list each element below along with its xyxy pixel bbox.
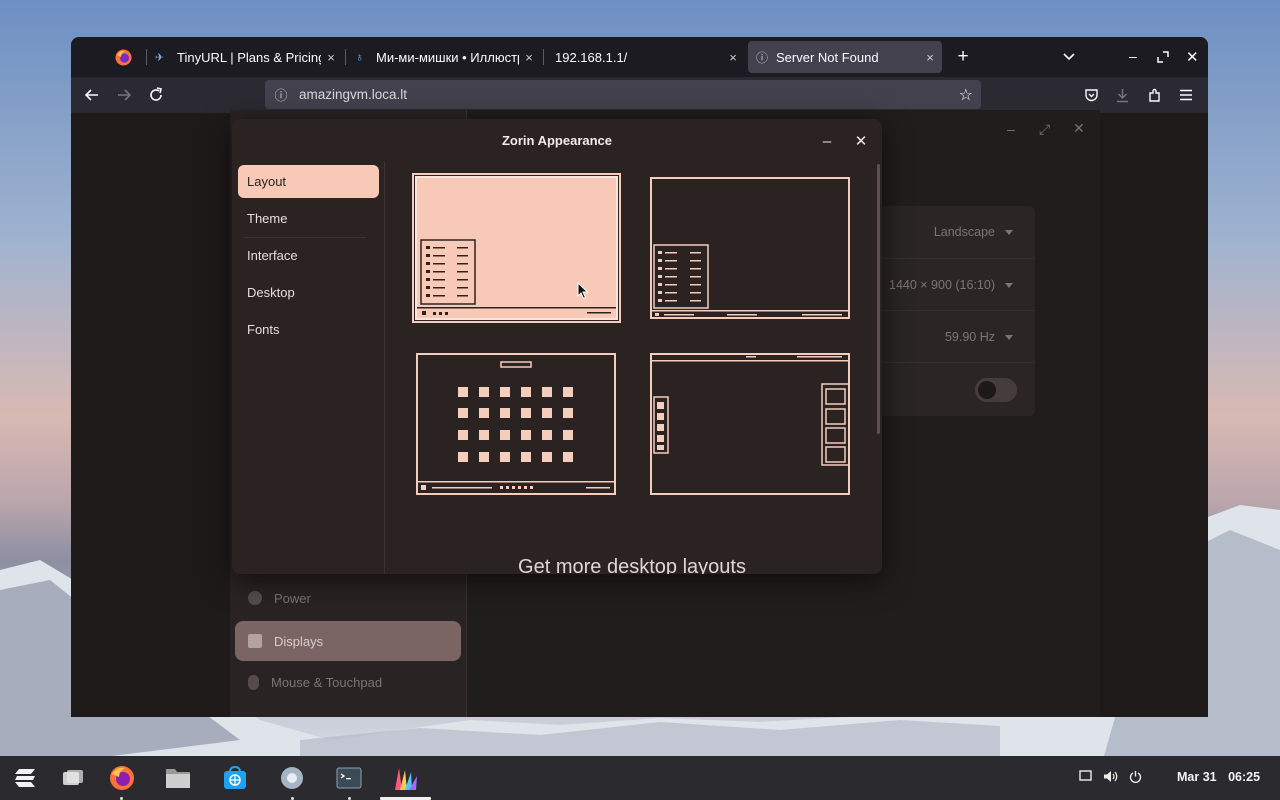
scrollbar[interactable] <box>877 164 880 434</box>
tab-close-icon[interactable]: × <box>321 50 341 65</box>
tab-close-icon[interactable]: × <box>519 50 539 65</box>
files-icon[interactable] <box>162 762 194 794</box>
menu-icon[interactable] <box>1174 83 1198 107</box>
display-icon <box>248 634 262 648</box>
power-icon <box>248 591 262 605</box>
layout-option-gnome[interactable] <box>650 353 851 495</box>
settings-maximize-icon[interactable]: ⤢ <box>1039 121 1050 138</box>
volume-icon[interactable] <box>1103 770 1118 786</box>
new-tab-button[interactable]: + <box>953 46 973 68</box>
favicon-icon: ♁ <box>355 50 364 64</box>
zorin-appearance-icon[interactable] <box>389 762 421 794</box>
tab-strip: ✈ TinyURL | Plans & Pricing × ♁ Ми-ми-ми… <box>71 37 1208 77</box>
forward-icon[interactable] <box>112 83 136 107</box>
mouse-cursor-icon <box>577 282 589 300</box>
tab-close-icon[interactable]: × <box>723 50 743 65</box>
settings-close-icon[interactable]: ✕ <box>1073 120 1085 137</box>
close-icon[interactable]: ✕ <box>851 131 871 151</box>
chevron-down-icon <box>1005 282 1013 288</box>
tab-close-icon[interactable]: × <box>920 50 940 65</box>
appearance-sidebar: Layout Theme Interface Desktop Fonts <box>232 161 385 574</box>
sidebar-item-label: Power <box>274 590 311 606</box>
nav-interface[interactable]: Interface <box>238 239 379 272</box>
minimize-icon[interactable]: – <box>817 131 837 151</box>
orientation-value: Landscape <box>933 225 995 239</box>
tab-mimimishki[interactable]: ♁ Ми-ми-мишки • Иллюстр × <box>353 41 539 73</box>
sidebar-item-mouse[interactable]: Mouse & Touchpad <box>235 662 461 702</box>
layout-option-touch[interactable] <box>416 353 616 495</box>
info-icon: ⓘ <box>756 50 769 65</box>
power-icon[interactable] <box>1129 770 1142 786</box>
sidebar-item-label: Displays <box>274 633 324 649</box>
nav-theme[interactable]: Theme <box>238 202 379 235</box>
refresh-rate-dropdown[interactable]: 59.90 Hz <box>945 330 1013 344</box>
zorin-menu-icon[interactable] <box>10 762 42 794</box>
pocket-icon[interactable] <box>1079 83 1103 107</box>
tab-server-not-found[interactable]: ⓘ Server Not Found × <box>748 41 942 73</box>
taskbar: Mar 31 06:25 <box>0 756 1280 800</box>
chevron-down-icon <box>1005 334 1013 340</box>
orientation-dropdown[interactable]: Landscape <box>934 225 1013 239</box>
refresh-rate-value: 59.90 Hz <box>944 330 995 344</box>
settings-minimize-icon[interactable]: – <box>1007 121 1015 137</box>
sidebar-item-power[interactable]: Power <box>235 578 461 618</box>
minimize-icon[interactable]: – <box>1129 48 1137 64</box>
sidebar-item-displays[interactable]: Displays <box>235 621 461 661</box>
list-all-tabs-icon[interactable] <box>1062 49 1078 65</box>
layout-classic-preview-icon <box>652 244 848 316</box>
workspaces-icon[interactable] <box>57 762 89 794</box>
maximize-icon[interactable] <box>1157 50 1169 63</box>
url-text[interactable]: amazingvm.loca.lt <box>299 87 407 102</box>
layout-option-classic[interactable] <box>650 177 850 319</box>
url-bar[interactable]: ⓘ amazingvm.loca.lt ☆ <box>265 80 981 109</box>
settings-icon[interactable] <box>276 762 308 794</box>
firefox-view-icon[interactable] <box>115 49 132 66</box>
tab-title: TinyURL | Plans & Pricing <box>177 49 321 65</box>
tinyurl-favicon-icon: ✈ <box>155 51 165 64</box>
layout-touch-preview-icon <box>418 361 614 490</box>
site-info-icon[interactable]: ⓘ <box>273 85 289 104</box>
window-title: Zorin Appearance <box>501 132 613 148</box>
nav-layout[interactable]: Layout <box>238 165 379 198</box>
firefox-icon[interactable] <box>106 762 138 794</box>
more-layouts-link[interactable]: Get more desktop layouts <box>232 556 882 574</box>
nav-desktop[interactable]: Desktop <box>238 276 379 309</box>
reload-icon[interactable] <box>144 83 168 107</box>
tab-title: Server Not Found <box>776 49 879 65</box>
layout-gnome-preview-icon <box>652 356 851 466</box>
downloads-icon[interactable] <box>1110 83 1134 107</box>
resolution-value: 1440 × 900 (16:10) <box>889 278 995 292</box>
mouse-icon <box>248 674 259 690</box>
tab-router[interactable]: 192.168.1.1/ × <box>553 41 743 73</box>
time-label: 06:25 <box>1228 770 1261 784</box>
zorin-appearance-window: Zorin Appearance – ✕ Layout Theme Interf… <box>232 119 882 574</box>
tab-tinyurl[interactable]: ✈ TinyURL | Plans & Pricing × <box>153 41 341 73</box>
bookmark-star-icon[interactable]: ☆ <box>959 85 973 105</box>
desktop-icon[interactable] <box>1079 770 1092 785</box>
date-label: Mar 31 <box>1177 770 1217 784</box>
nav-bar: ⓘ amazingvm.loca.lt ☆ <box>71 77 1208 113</box>
chevron-down-icon <box>1005 229 1013 235</box>
software-store-icon[interactable] <box>219 762 251 794</box>
nav-fonts[interactable]: Fonts <box>238 313 379 346</box>
display-toggle-switch[interactable] <box>975 378 1017 402</box>
sidebar-item-label: Mouse & Touchpad <box>271 674 383 690</box>
resolution-dropdown[interactable]: 1440 × 900 (16:10) <box>889 278 1013 292</box>
extensions-icon[interactable] <box>1142 83 1166 107</box>
tab-title: 192.168.1.1/ <box>555 49 628 65</box>
clock[interactable]: Mar 31 06:25 <box>1177 770 1260 784</box>
terminal-icon[interactable] <box>333 762 365 794</box>
back-icon[interactable] <box>80 83 104 107</box>
tab-title: Ми-ми-мишки • Иллюстр <box>376 49 519 65</box>
close-window-icon[interactable]: ✕ <box>1186 48 1199 66</box>
